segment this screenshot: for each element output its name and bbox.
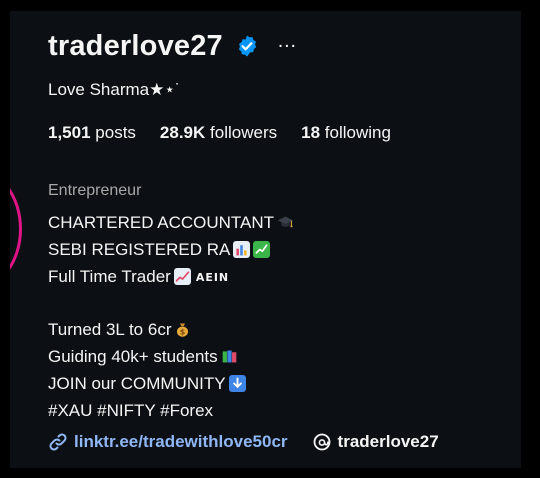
- following-count: 18: [301, 123, 321, 142]
- followers-label: followers: [210, 123, 278, 142]
- threads-icon: [313, 433, 330, 451]
- chart-increasing-icon: [173, 268, 191, 285]
- profile-info: traderlove27 … Love Sharma★⋆˙ 1,501 post…: [48, 27, 513, 456]
- bio-text: Full Time Trader: [48, 267, 171, 286]
- link-icon: [49, 433, 67, 451]
- bio-text: CHARTERED ACCOUNTANT: [48, 213, 275, 232]
- bar-chart-icon: [233, 241, 251, 258]
- profile-category: Entrepreneur: [48, 182, 142, 199]
- bio-hashtags[interactable]: #XAU #NIFTY #Forex: [48, 397, 513, 424]
- followers-count: 28.9K: [159, 123, 206, 142]
- bio-line: Full Time Trader AEIN: [48, 263, 513, 290]
- chart-increasing-green-icon: [253, 241, 271, 258]
- bio-line: SEBI REGISTERED RA: [48, 236, 513, 263]
- graduation-cap-icon: [277, 216, 294, 228]
- money-bag-icon: $: [177, 323, 189, 337]
- following-stat[interactable]: 18 following: [301, 123, 391, 145]
- more-options-icon[interactable]: …: [277, 31, 297, 51]
- followers-stat[interactable]: 28.9K followers: [160, 123, 277, 145]
- books-icon: [222, 350, 236, 363]
- profile-links-row: linktr.ee/tradewithlove50cr traderlove27: [48, 428, 513, 456]
- bio-text: Turned 3L to 6cr: [48, 320, 172, 339]
- bio-line: Guiding 40k+ students: [48, 343, 513, 370]
- profile-username: traderlove27: [48, 29, 223, 62]
- following-label: following: [324, 123, 391, 142]
- external-link[interactable]: linktr.ee/tradewithlove50cr: [74, 432, 288, 452]
- aein-tag: AEIN: [195, 271, 230, 284]
- posts-label: posts: [95, 123, 136, 142]
- profile-stats: 1,501 posts 28.9K followers 18 following: [48, 123, 513, 145]
- posts-count: 1,501: [48, 123, 91, 142]
- bio-line: JOIN our COMMUNITY: [48, 370, 513, 397]
- profile-full-name: Love Sharma★⋆˙: [48, 80, 181, 99]
- profile-header-panel: traderlove27 … Love Sharma★⋆˙ 1,501 post…: [10, 11, 521, 468]
- down-arrow-icon: [228, 375, 246, 392]
- screenshot-frame: traderlove27 … Love Sharma★⋆˙ 1,501 post…: [0, 0, 540, 478]
- bio-line: CHARTERED ACCOUNTANT: [48, 209, 513, 236]
- verified-badge-icon: [238, 35, 256, 57]
- svg-text:$: $: [180, 328, 185, 337]
- threads-handle: traderlove27: [337, 432, 439, 451]
- bio-text: Guiding 40k+ students: [48, 347, 218, 366]
- posts-stat[interactable]: 1,501 posts: [48, 123, 136, 145]
- profile-title-row: traderlove27 …: [48, 27, 513, 65]
- bio-text: JOIN our COMMUNITY: [48, 374, 226, 393]
- profile-avatar-story-ring[interactable]: [10, 169, 22, 289]
- threads-badge[interactable]: traderlove27: [312, 432, 439, 452]
- bio-line: Turned 3L to 6cr $: [48, 316, 513, 343]
- bio-text: SEBI REGISTERED RA: [48, 240, 231, 259]
